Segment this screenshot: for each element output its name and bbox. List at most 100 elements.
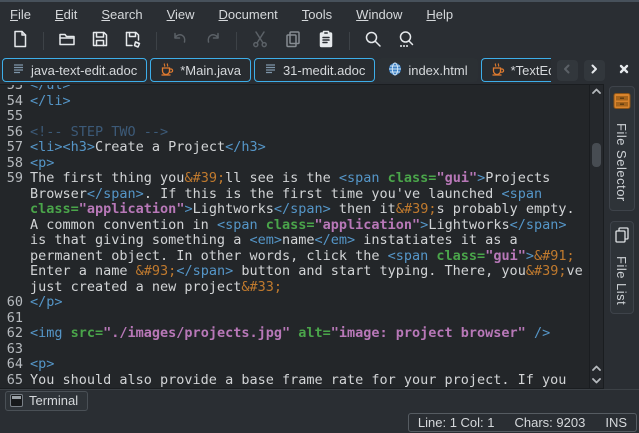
code-row: 53</ul> bbox=[0, 85, 589, 94]
save-button[interactable] bbox=[88, 29, 112, 53]
line-number bbox=[0, 249, 30, 265]
code-view[interactable]: 53</ul>54</li>5556<!-- STEP TWO -->57<li… bbox=[0, 85, 589, 388]
tab-index-html[interactable]: index.html bbox=[378, 58, 477, 82]
code-row: just created a new project&#33; bbox=[0, 280, 589, 296]
line-number: 63 bbox=[0, 342, 30, 358]
code-row: class="application">Lightworks</span> th… bbox=[0, 202, 589, 218]
code-text bbox=[30, 342, 589, 358]
code-row: 54</li> bbox=[0, 94, 589, 110]
toolbar-separator bbox=[349, 32, 350, 50]
paste-button[interactable] bbox=[314, 29, 338, 53]
copy-icon bbox=[283, 29, 303, 54]
tab-scroll-right-button[interactable] bbox=[584, 60, 605, 81]
tab-java-text-edit-adoc[interactable]: java-text-edit.adoc bbox=[2, 58, 147, 82]
close-icon bbox=[619, 61, 629, 79]
find-button[interactable] bbox=[361, 29, 385, 53]
search-icon bbox=[363, 29, 383, 54]
menu-help[interactable]: Help bbox=[426, 7, 453, 22]
code-row: is that giving something a <em>name</em>… bbox=[0, 233, 589, 249]
text-document-icon bbox=[264, 62, 277, 78]
code-text: <img src="./images/projects.jpg" alt="im… bbox=[30, 326, 589, 342]
sidebar-tab-file-list[interactable]: File List bbox=[610, 221, 634, 314]
menu-bar: File Edit Search View Document Tools Win… bbox=[0, 2, 639, 26]
toolbar-separator bbox=[43, 32, 44, 50]
menu-search[interactable]: Search bbox=[101, 7, 142, 22]
code-row: A common convention in <span class="appl… bbox=[0, 218, 589, 234]
tab-label: index.html bbox=[408, 63, 467, 78]
cut-button[interactable] bbox=[248, 29, 272, 53]
find-variant-button[interactable] bbox=[394, 29, 418, 53]
code-text: You should also provide a base frame rat… bbox=[30, 373, 589, 389]
java-coffee-icon bbox=[491, 62, 505, 79]
code-row: 65You should also provide a base frame r… bbox=[0, 373, 589, 389]
tab-close-button[interactable] bbox=[614, 60, 635, 81]
save-icon bbox=[90, 29, 110, 54]
menu-view[interactable]: View bbox=[167, 7, 195, 22]
code-row: 64<p> bbox=[0, 357, 589, 373]
open-folder-icon bbox=[57, 29, 77, 54]
code-text: just created a new project&#33; bbox=[30, 280, 589, 296]
chevron-right-icon bbox=[589, 61, 599, 79]
code-row: Browser</span>. If this is the first tim… bbox=[0, 187, 589, 203]
line-number: 61 bbox=[0, 311, 30, 327]
code-text: </p> bbox=[30, 295, 589, 311]
tab-texted[interactable]: *TextEd bbox=[481, 58, 551, 82]
card-file-drawer-icon bbox=[612, 91, 632, 116]
side-panel: File Selector File List bbox=[604, 84, 639, 389]
insert-mode-indicator[interactable]: INS bbox=[605, 415, 627, 430]
text-document-icon bbox=[12, 62, 25, 78]
tab-label: *TextEd bbox=[511, 63, 551, 78]
scroll-up-icon[interactable] bbox=[590, 362, 603, 374]
sidebar-tab-label: File Selector bbox=[614, 123, 629, 202]
code-row: 56<!-- STEP TWO --> bbox=[0, 125, 589, 141]
redo-button[interactable] bbox=[201, 29, 225, 53]
globe-icon bbox=[388, 62, 402, 79]
line-number bbox=[0, 233, 30, 249]
tab-bar: java-text-edit.adoc *Main.java 31-medit.… bbox=[0, 56, 639, 84]
code-text: permanent object. In other words, click … bbox=[30, 249, 589, 265]
editor-scrollbar[interactable] bbox=[589, 85, 603, 388]
code-row: 62<img src="./images/projects.jpg" alt="… bbox=[0, 326, 589, 342]
line-number: 57 bbox=[0, 140, 30, 156]
menu-window[interactable]: Window bbox=[356, 7, 402, 22]
save-as-icon bbox=[123, 29, 143, 54]
sidebar-tab-file-selector[interactable]: File Selector bbox=[609, 86, 635, 211]
menu-edit[interactable]: Edit bbox=[55, 7, 77, 22]
save-as-button[interactable] bbox=[121, 29, 145, 53]
tab-main-java[interactable]: *Main.java bbox=[150, 58, 251, 82]
menu-document[interactable]: Document bbox=[219, 7, 278, 22]
char-count: Chars: 9203 bbox=[515, 415, 586, 430]
sidebar-tab-label: File List bbox=[614, 256, 629, 305]
search-dots-icon bbox=[396, 29, 416, 54]
undo-button[interactable] bbox=[168, 29, 192, 53]
line-number bbox=[0, 218, 30, 234]
code-text: Enter a name &#93;</span> button and sta… bbox=[30, 264, 589, 280]
tab-31-medit-adoc[interactable]: 31-medit.adoc bbox=[254, 58, 375, 82]
scroll-up-icon[interactable] bbox=[590, 85, 603, 97]
line-number: 64 bbox=[0, 357, 30, 373]
main-area: 53</ul>54</li>5556<!-- STEP TWO -->57<li… bbox=[0, 84, 639, 389]
line-number: 59 bbox=[0, 171, 30, 187]
scrollbar-thumb[interactable] bbox=[592, 143, 601, 167]
copy-button[interactable] bbox=[281, 29, 305, 53]
code-text: </li> bbox=[30, 94, 589, 110]
terminal-toggle-button[interactable]: Terminal bbox=[5, 391, 88, 411]
code-text: A common convention in <span class="appl… bbox=[30, 218, 589, 234]
tab-scroll-left-button[interactable] bbox=[557, 60, 578, 81]
terminal-panel-bar: Terminal bbox=[0, 389, 639, 412]
line-number bbox=[0, 187, 30, 203]
menu-file[interactable]: File bbox=[10, 7, 31, 22]
open-folder-button[interactable] bbox=[55, 29, 79, 53]
new-document-button[interactable] bbox=[8, 29, 32, 53]
menu-tools[interactable]: Tools bbox=[302, 7, 332, 22]
tab-label: 31-medit.adoc bbox=[283, 63, 365, 78]
line-number: 56 bbox=[0, 125, 30, 141]
java-coffee-icon bbox=[160, 62, 174, 79]
cursor-position[interactable]: Line: 1 Col: 1 bbox=[418, 415, 495, 430]
code-row: 59The first thing you&#39;ll see is the … bbox=[0, 171, 589, 187]
documents-icon bbox=[613, 226, 631, 249]
tab-label: *Main.java bbox=[180, 63, 241, 78]
code-row: permanent object. In other words, click … bbox=[0, 249, 589, 265]
scroll-down-icon[interactable] bbox=[590, 374, 603, 386]
code-text: <p> bbox=[30, 156, 589, 172]
